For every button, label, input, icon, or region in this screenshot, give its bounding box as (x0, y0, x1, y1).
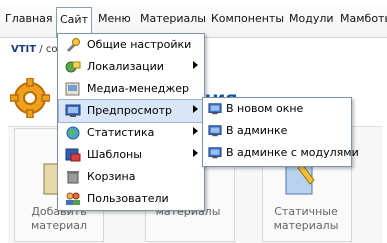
media-manager-icon (65, 82, 80, 96)
menu-content[interactable]: Материалы (140, 12, 206, 26)
tile-static-content-label-2: материалы (273, 219, 339, 232)
tile-static-content-label-1: Статичные (274, 205, 338, 218)
menu-home[interactable]: Главная (5, 12, 53, 26)
submenu-item-in-admin[interactable]: В админке (204, 120, 350, 142)
menu-item-label: Статистика (87, 126, 155, 139)
templates-icon (65, 148, 81, 162)
breadcrumb-rest: / co (36, 44, 58, 55)
localization-icon (65, 61, 81, 73)
menu-modules[interactable]: Модули (289, 12, 334, 26)
submenu-item-label: В новом окне (226, 102, 304, 115)
menu-mambots[interactable]: Мамботы (340, 12, 387, 26)
menu-item-preview[interactable]: Предпросмотр (58, 99, 204, 123)
submenu-arrow-icon (193, 149, 198, 157)
submenu-item-new-window[interactable]: В новом окне (204, 98, 350, 120)
preview-submenu: В новом окне В админке В админке с модул… (202, 97, 359, 167)
menu-menu[interactable]: Меню (98, 12, 131, 26)
submenu-arrow-icon (193, 127, 198, 135)
menu-item-label: Корзина (87, 170, 136, 183)
menu-components[interactable]: Компоненты (211, 12, 284, 26)
menu-item-templates[interactable]: Шаблоны (59, 144, 203, 166)
menu-item-media-manager[interactable]: Медиа-менеджер (59, 78, 203, 100)
menu-item-label: Медиа-менеджер (87, 82, 190, 95)
submenu-item-label: В админке с модулями (226, 146, 359, 159)
wrench-settings-icon (67, 38, 80, 52)
submenu-arrow-icon (193, 105, 198, 113)
menu-item-label: Шаблоны (87, 148, 142, 161)
breadcrumb-site[interactable]: VTIT (11, 44, 36, 55)
menu-item-label: Общие настройки (87, 38, 192, 51)
menu-item-statistics[interactable]: Статистика (59, 122, 203, 144)
preview-monitor-icon (208, 147, 222, 159)
site-dropdown-menu: Общие настройки Локализации Медиа-менедж… (57, 33, 205, 211)
tile-add-content-label-2: материал (30, 219, 88, 232)
breadcrumb: VTIT / co (11, 44, 57, 55)
trash-icon (67, 171, 79, 184)
submenu-item-in-admin-with-modules[interactable]: В админке с модулями (204, 142, 359, 164)
menu-item-label: Локализации (87, 60, 164, 73)
menu-item-label: Пользователи (87, 192, 169, 205)
submenu-item-label: В админке (226, 124, 288, 137)
gear-logo-icon (10, 78, 50, 118)
globe-statistics-icon (66, 126, 80, 140)
menu-item-general-settings[interactable]: Общие настройки (59, 34, 203, 56)
menu-item-localization[interactable]: Локализации (59, 56, 203, 78)
menu-item-trash[interactable]: Корзина (59, 166, 203, 188)
menu-item-users[interactable]: Пользователи (59, 188, 203, 210)
submenu-arrow-icon (193, 61, 198, 69)
preview-monitor-icon (208, 103, 222, 115)
preview-monitor-icon (65, 104, 81, 117)
menu-item-label: Предпросмотр (87, 104, 172, 117)
preview-monitor-icon (208, 125, 222, 137)
users-icon (66, 192, 80, 205)
